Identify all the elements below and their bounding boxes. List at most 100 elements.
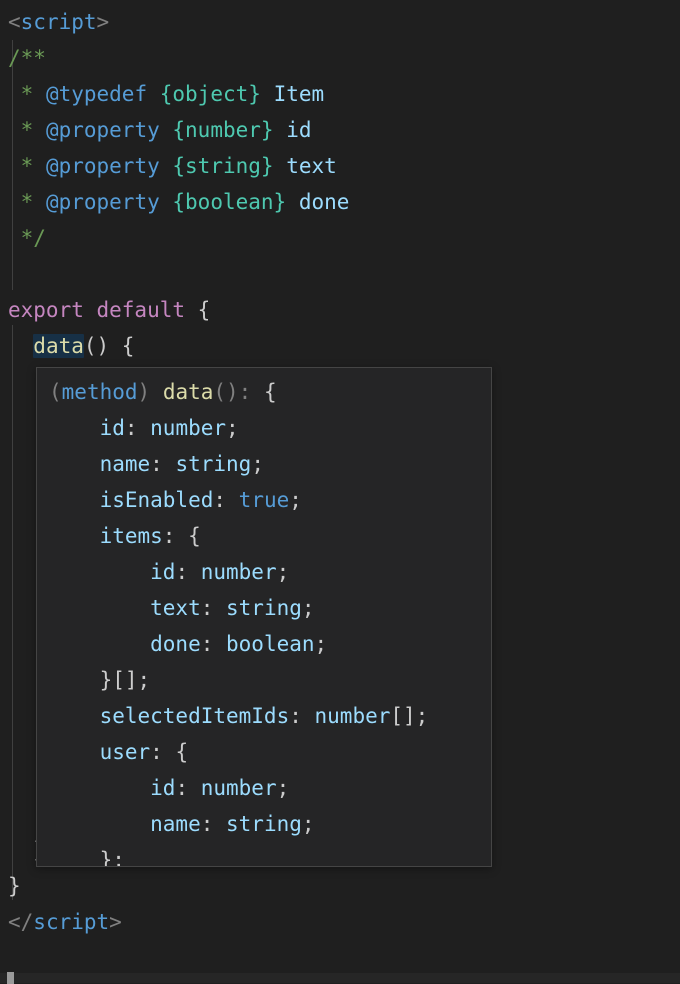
code-token: id	[286, 118, 311, 142]
tip-user-id: id: number;	[37, 770, 491, 806]
line-script-close: </script>	[0, 904, 680, 940]
tip-items-close: }[];	[37, 662, 491, 698]
scrollbar-thumb[interactable]	[7, 972, 14, 984]
code-token: </	[8, 910, 33, 934]
code-token: };	[49, 848, 125, 867]
tip-selecteditemids: selectedItemIds: number[];	[37, 698, 491, 734]
code-token: ;	[277, 560, 290, 584]
code-token: selectedItemIds	[49, 704, 289, 728]
tip-id: id: number;	[37, 410, 491, 446]
code-token: number	[201, 560, 277, 584]
code-token: :	[175, 776, 200, 800]
code-token: {	[185, 298, 210, 322]
code-token: */	[8, 226, 46, 250]
hover-type-tooltip: (method) data(): { id: number; name: str…	[36, 367, 492, 867]
code-token	[160, 190, 173, 214]
code-token: *	[8, 82, 46, 106]
code-token: string	[175, 452, 251, 476]
scrollbar-track[interactable]	[0, 973, 680, 983]
horizontal-scrollbar[interactable]	[0, 970, 680, 984]
code-token: user	[49, 740, 150, 764]
code-token: number	[201, 776, 277, 800]
tip-isenabled: isEnabled: true;	[37, 482, 491, 518]
code-token: }[];	[49, 668, 150, 692]
code-token: string	[226, 812, 302, 836]
code-token: data	[33, 334, 84, 358]
line-export-default: export default {	[0, 292, 680, 328]
tip-user-open: user: {	[37, 734, 491, 770]
code-token: ;	[302, 596, 315, 620]
code-token: {object}	[160, 82, 261, 106]
code-token: ;	[277, 776, 290, 800]
code-token: id	[49, 416, 125, 440]
tip-name: name: string;	[37, 446, 491, 482]
tip-items-id: id: number;	[37, 554, 491, 590]
code-token: *	[8, 118, 46, 142]
line-data-method: data() {	[0, 328, 680, 364]
code-token	[274, 118, 287, 142]
code-token: <	[8, 10, 21, 34]
line-script-open: <script>	[0, 4, 680, 40]
code-token: boolean	[226, 632, 315, 656]
code-token: :	[125, 416, 150, 440]
code-token: script	[33, 910, 109, 934]
tip-user-name: name: string;	[37, 806, 491, 842]
code-token: :	[213, 488, 238, 512]
code-token: string	[226, 596, 302, 620]
code-token: data	[163, 380, 214, 404]
line-blank-1	[0, 256, 680, 292]
code-token: id	[49, 560, 175, 584]
code-token: :	[201, 596, 226, 620]
code-token	[160, 118, 173, 142]
code-token: (	[49, 380, 62, 404]
code-token	[160, 154, 173, 178]
tip-signature: (method) data(): {	[37, 374, 491, 410]
code-token: }	[8, 874, 21, 898]
code-token	[286, 190, 299, 214]
code-token: @typedef	[46, 82, 147, 106]
code-token: export default	[8, 298, 185, 322]
code-token	[147, 82, 160, 106]
hover-tooltip-body: (method) data(): { id: number; name: str…	[37, 368, 491, 867]
code-token: ;	[302, 812, 315, 836]
code-token: *	[8, 190, 46, 214]
code-token: {number}	[172, 118, 273, 142]
code-token: )	[138, 380, 163, 404]
code-token: items	[49, 524, 163, 548]
code-token: :	[201, 632, 226, 656]
code-token: id	[49, 776, 175, 800]
code-token: {	[264, 380, 277, 404]
line-jsdoc-open: /**	[0, 40, 680, 76]
code-token	[261, 82, 274, 106]
code-token: method	[62, 380, 138, 404]
code-token: number	[315, 704, 391, 728]
code-token: /**	[8, 46, 46, 70]
code-token: [];	[390, 704, 428, 728]
code-token: {boolean}	[172, 190, 286, 214]
code-token: isEnabled	[49, 488, 213, 512]
line-jsdoc-typedef: * @typedef {object} Item	[0, 76, 680, 112]
code-token: ;	[315, 632, 328, 656]
code-token: name	[49, 452, 150, 476]
tip-items-open: items: {	[37, 518, 491, 554]
tip-user-close: };	[37, 842, 491, 867]
code-token: script	[21, 10, 97, 34]
code-token: @property	[46, 118, 160, 142]
code-token: :	[289, 704, 314, 728]
code-editor[interactable]: <script>/** * @typedef {object} Item * @…	[0, 0, 680, 984]
code-token	[8, 334, 33, 358]
code-token: @property	[46, 154, 160, 178]
tip-items-done: done: boolean;	[37, 626, 491, 662]
line-close-export: }	[0, 868, 680, 904]
line-jsdoc-prop-text: * @property {string} text	[0, 148, 680, 184]
code-token: ;	[226, 416, 239, 440]
line-jsdoc-prop-done: * @property {boolean} done	[0, 184, 680, 220]
code-token: : {	[150, 740, 188, 764]
code-token: ;	[289, 488, 302, 512]
code-token: number	[150, 416, 226, 440]
code-token: *	[8, 154, 46, 178]
line-jsdoc-prop-id: * @property {number} id	[0, 112, 680, 148]
code-token: done	[299, 190, 350, 214]
code-token: >	[109, 910, 122, 934]
code-token: text	[286, 154, 337, 178]
